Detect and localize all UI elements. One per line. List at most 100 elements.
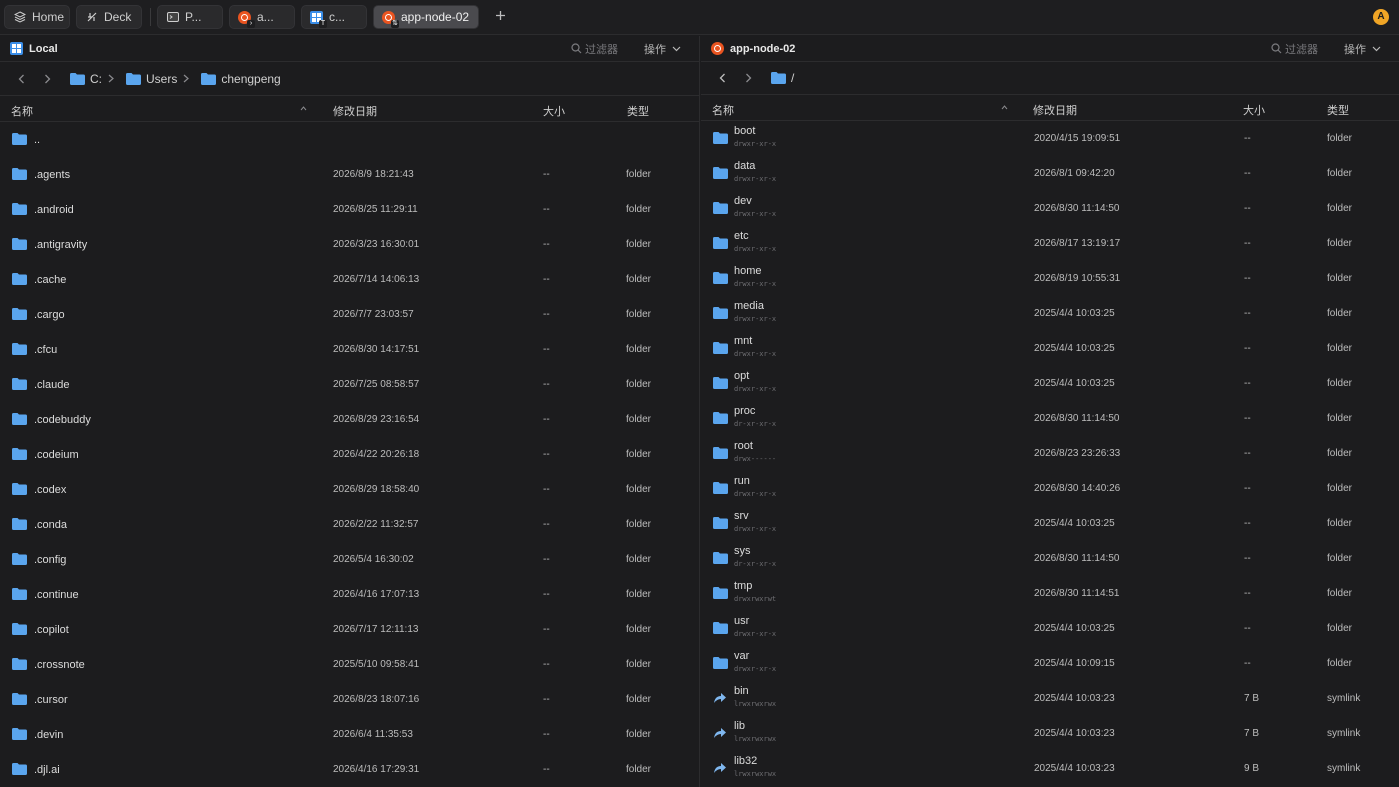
file-name: var bbox=[734, 650, 750, 662]
breadcrumb-item[interactable]: chengpeng bbox=[195, 72, 281, 86]
table-row[interactable]: .devin 2026/6/4 11:35:53 -- folder bbox=[0, 717, 699, 752]
back-button[interactable] bbox=[713, 69, 731, 87]
avatar[interactable]: A bbox=[1373, 9, 1389, 25]
table-row[interactable]: .cfcu 2026/8/30 14:17:51 -- folder bbox=[0, 332, 699, 367]
file-date: 2025/4/4 10:03:23 bbox=[1034, 693, 1115, 704]
tab-p[interactable]: P... bbox=[157, 5, 223, 29]
table-row[interactable]: .cache 2026/7/14 14:06:13 -- folder bbox=[0, 262, 699, 297]
table-row[interactable]: .cargo 2026/7/7 23:03:57 -- folder bbox=[0, 297, 699, 332]
folder-icon bbox=[12, 483, 27, 498]
filter-input[interactable]: 过滤器 bbox=[1271, 41, 1318, 57]
file-list: boot drwxr-xr-x 2020/4/15 19:09:51 -- folder… bbox=[701, 121, 1399, 786]
table-row[interactable]: lib32 lrwxrwxrwx 2025/4/4 10:03:23 9 B symli… bbox=[701, 751, 1399, 786]
file-type: folder bbox=[626, 624, 652, 635]
column-type[interactable]: 类型 bbox=[627, 103, 649, 119]
table-row[interactable]: .codex 2026/8/29 18:58:40 -- folder bbox=[0, 472, 699, 507]
breadcrumb-item[interactable]: C: bbox=[64, 72, 102, 86]
actions-menu[interactable]: 操作 bbox=[1344, 41, 1381, 57]
table-row[interactable]: opt drwxr-xr-x 2025/4/4 10:03:25 -- folder bbox=[701, 366, 1399, 401]
breadcrumb-item[interactable]: / bbox=[765, 71, 794, 85]
tab-app-node-02[interactable]: ⇅ app-node-02 bbox=[373, 5, 479, 29]
tab-deck[interactable]: Deck bbox=[76, 5, 142, 29]
table-row[interactable]: root drwx------ 2026/8/23 23:26:33 -- folder bbox=[701, 436, 1399, 471]
table-row[interactable]: sys dr-xr-xr-x 2026/8/30 11:14:50 -- folder bbox=[701, 541, 1399, 576]
column-name[interactable]: 名称 bbox=[11, 103, 33, 119]
folder-icon bbox=[713, 202, 728, 217]
file-date: 2026/2/22 11:32:57 bbox=[333, 519, 419, 530]
file-size: -- bbox=[1244, 203, 1251, 214]
file-size: -- bbox=[1244, 588, 1251, 599]
breadcrumb-item[interactable]: Users bbox=[120, 72, 177, 86]
forward-button[interactable] bbox=[38, 70, 56, 88]
table-row[interactable]: var drwxr-xr-x 2025/4/4 10:09:15 -- folder bbox=[701, 646, 1399, 681]
table-row[interactable]: lib lrwxrwxrwx 2025/4/4 10:03:23 7 B symlink bbox=[701, 716, 1399, 751]
table-row[interactable]: .config 2026/5/4 16:30:02 -- folder bbox=[0, 542, 699, 577]
table-row[interactable]: .cursor 2026/8/23 18:07:16 -- folder bbox=[0, 682, 699, 717]
sort-ascending-icon[interactable] bbox=[1001, 105, 1008, 110]
chevron-right-icon bbox=[745, 73, 751, 83]
column-date[interactable]: 修改日期 bbox=[333, 103, 377, 119]
file-date: 2026/7/25 08:58:57 bbox=[333, 379, 420, 390]
tab-a[interactable]: › a... bbox=[229, 5, 295, 29]
table-row[interactable]: .codebuddy 2026/8/29 23:16:54 -- folder bbox=[0, 402, 699, 437]
file-size: -- bbox=[1244, 273, 1251, 284]
file-size: -- bbox=[543, 519, 550, 530]
table-row[interactable]: tmp drwxrwxrwt 2026/8/30 11:14:51 -- folder bbox=[701, 576, 1399, 611]
table-row[interactable]: bin lrwxrwxrwx 2025/4/4 10:03:23 7 B symlink bbox=[701, 681, 1399, 716]
table-row[interactable]: etc drwxr-xr-x 2026/8/17 13:19:17 -- folder bbox=[701, 226, 1399, 261]
table-row[interactable]: run drwxr-xr-x 2026/8/30 14:40:26 -- folder bbox=[701, 471, 1399, 506]
table-row[interactable]: mnt drwxr-xr-x 2025/4/4 10:03:25 -- folder bbox=[701, 331, 1399, 366]
column-size[interactable]: 大小 bbox=[1243, 102, 1265, 118]
back-button[interactable] bbox=[12, 70, 30, 88]
file-date: 2026/3/23 16:30:01 bbox=[333, 239, 420, 250]
file-name: data bbox=[734, 160, 756, 172]
file-date: 2026/8/29 23:16:54 bbox=[333, 414, 420, 425]
file-type: folder bbox=[1327, 343, 1353, 354]
file-size: -- bbox=[543, 764, 550, 775]
table-row[interactable]: dev drwxr-xr-x 2026/8/30 11:14:50 -- folder bbox=[701, 191, 1399, 226]
folder-icon bbox=[12, 378, 27, 393]
table-row[interactable]: .android 2026/8/25 11:29:11 -- folder bbox=[0, 192, 699, 227]
filter-input[interactable]: 过滤器 bbox=[571, 41, 618, 57]
table-row[interactable]: srv drwxr-xr-x 2025/4/4 10:03:25 -- folder bbox=[701, 506, 1399, 541]
file-size: -- bbox=[1244, 168, 1251, 179]
table-row[interactable]: .codeium 2026/4/22 20:26:18 -- folder bbox=[0, 437, 699, 472]
file-type: folder bbox=[626, 484, 652, 495]
column-size[interactable]: 大小 bbox=[543, 103, 565, 119]
sort-ascending-icon[interactable] bbox=[300, 106, 307, 111]
table-row[interactable]: usr drwxr-xr-x 2025/4/4 10:03:25 -- folder bbox=[701, 611, 1399, 646]
table-row[interactable]: .claude 2026/7/25 08:58:57 -- folder bbox=[0, 367, 699, 402]
file-size: -- bbox=[1244, 658, 1251, 669]
tab-home[interactable]: Home bbox=[4, 5, 70, 29]
table-row[interactable]: .copilot 2026/7/17 12:11:13 -- folder bbox=[0, 612, 699, 647]
add-tab-button[interactable] bbox=[489, 8, 511, 26]
table-row[interactable]: .antigravity 2026/3/23 16:30:01 -- folder bbox=[0, 227, 699, 262]
column-name[interactable]: 名称 bbox=[712, 102, 734, 118]
table-row[interactable]: .crossnote 2025/5/10 09:58:41 -- folder bbox=[0, 647, 699, 682]
table-row[interactable]: data drwxr-xr-x 2026/8/1 09:42:20 -- folder bbox=[701, 156, 1399, 191]
table-row[interactable]: home drwxr-xr-x 2026/8/19 10:55:31 -- folder bbox=[701, 261, 1399, 296]
file-size: -- bbox=[543, 379, 550, 390]
chevron-down-icon bbox=[672, 46, 681, 51]
table-row[interactable]: .continue 2026/4/16 17:07:13 -- folder bbox=[0, 577, 699, 612]
folder-icon bbox=[713, 587, 728, 602]
column-date[interactable]: 修改日期 bbox=[1033, 102, 1077, 118]
table-row[interactable]: .djl.ai 2026/4/16 17:29:31 -- folder bbox=[0, 752, 699, 787]
table-row[interactable]: .agents 2026/8/9 18:21:43 -- folder bbox=[0, 157, 699, 192]
column-type[interactable]: 类型 bbox=[1327, 102, 1349, 118]
tab-c[interactable]: T c... bbox=[301, 5, 367, 29]
table-row[interactable]: media drwxr-xr-x 2025/4/4 10:03:25 -- folder bbox=[701, 296, 1399, 331]
table-row[interactable]: .. bbox=[0, 122, 699, 157]
file-size: -- bbox=[543, 239, 550, 250]
actions-menu[interactable]: 操作 bbox=[644, 41, 681, 57]
table-row[interactable]: proc dr-xr-xr-x 2026/8/30 11:14:50 -- folder bbox=[701, 401, 1399, 436]
file-type: folder bbox=[1327, 588, 1353, 599]
forward-button[interactable] bbox=[739, 69, 757, 87]
file-type: folder bbox=[626, 239, 652, 250]
table-row[interactable]: boot drwxr-xr-x 2020/4/15 19:09:51 -- folder bbox=[701, 121, 1399, 156]
file-date: 2026/4/16 17:07:13 bbox=[333, 589, 420, 600]
table-row[interactable]: .conda 2026/2/22 11:32:57 -- folder bbox=[0, 507, 699, 542]
file-date: 2025/4/4 10:03:25 bbox=[1034, 343, 1115, 354]
folder-icon bbox=[12, 693, 27, 708]
file-size: 9 B bbox=[1244, 763, 1260, 774]
